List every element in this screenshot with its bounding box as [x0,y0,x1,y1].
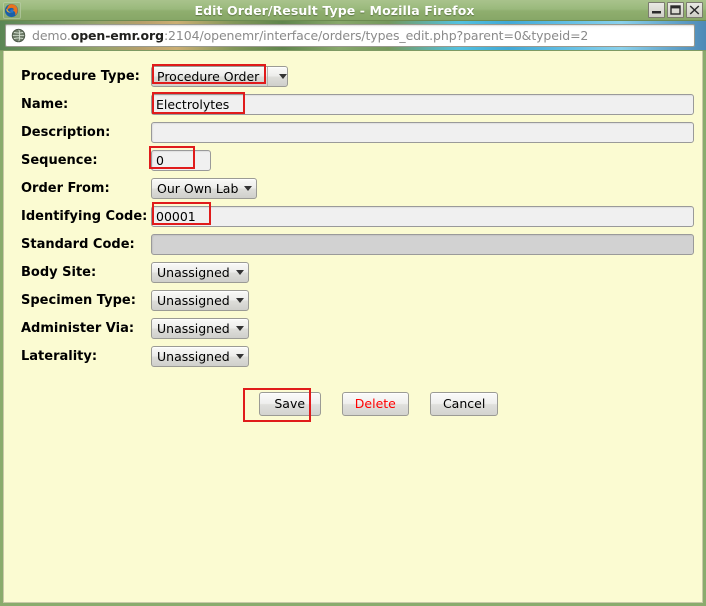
globe-icon [11,28,26,43]
label-specimen-type: Specimen Type: [21,286,151,314]
select-administer-via-value: Unassigned [157,321,236,336]
name-input[interactable] [151,94,694,115]
form-row-actions: Save Delete Cancel [21,370,696,416]
close-button[interactable] [686,2,703,18]
browser-viewport: Procedure Type: Procedure Order Name: [0,51,706,606]
cancel-button[interactable]: Cancel [430,392,498,416]
browser-navigation-toolbar: demo.open-emr.org:2104/openemr/interface… [0,21,706,51]
form-row-sequence: Sequence: [21,146,696,174]
url-prefix: demo. [32,28,71,43]
window-buttons [648,2,703,18]
form-row-order-from: Order From: Our Own Lab [21,174,696,202]
form-row-identifying-code: Identifying Code: [21,202,696,230]
chevron-down-icon [236,326,244,331]
chevron-down-icon [236,354,244,359]
form-row-procedure-type: Procedure Type: Procedure Order [21,62,696,90]
chevron-down-icon [236,270,244,275]
select-laterality-value: Unassigned [157,349,236,364]
description-input[interactable] [151,122,694,143]
maximize-button[interactable] [667,2,684,18]
field-description [151,118,696,146]
url-suffix: :2104/openemr/interface/orders/types_edi… [164,28,588,43]
label-identifying-code: Identifying Code: [21,202,151,230]
label-order-from: Order From: [21,174,151,202]
address-bar[interactable]: demo.open-emr.org:2104/openemr/interface… [5,24,695,47]
field-body-site: Unassigned [151,258,696,286]
field-procedure-type: Procedure Order [151,62,696,90]
label-body-site: Body Site: [21,258,151,286]
close-icon [689,5,700,15]
chevron-down-icon [236,298,244,303]
window-titlebar[interactable]: Edit Order/Result Type - Mozilla Firefox [0,0,706,21]
form-row-specimen-type: Specimen Type: Unassigned [21,286,696,314]
url-text: demo.open-emr.org:2104/openemr/interface… [32,28,588,43]
select-specimen-type[interactable]: Unassigned [151,290,249,311]
form-row-standard-code: Standard Code: [21,230,696,258]
form-row-administer-via: Administer Via: Unassigned [21,314,696,342]
label-laterality: Laterality: [21,342,151,370]
select-order-from-value: Our Own Lab [157,181,244,196]
select-administer-via[interactable]: Unassigned [151,318,249,339]
label-standard-code: Standard Code: [21,230,151,258]
field-order-from: Our Own Lab [151,174,696,202]
select-body-site[interactable]: Unassigned [151,262,249,283]
form-row-name: Name: [21,90,696,118]
select-body-site-value: Unassigned [157,265,236,280]
field-identifying-code [151,202,696,230]
form-row-description: Description: [21,118,696,146]
firefox-logo-glyph [4,3,19,18]
field-standard-code [151,230,696,258]
maximize-icon [670,5,681,15]
label-description: Description: [21,118,151,146]
order-type-form: Procedure Type: Procedure Order Name: [21,62,696,416]
window-title: Edit Order/Result Type - Mozilla Firefox [23,3,648,18]
select-laterality[interactable]: Unassigned [151,346,249,367]
identifying-code-input[interactable] [151,206,694,227]
field-sequence [151,146,696,174]
select-procedure-type-value: Procedure Order [157,69,265,84]
standard-code-input [151,234,694,255]
save-button[interactable]: Save [259,392,321,416]
openemr-page: Procedure Type: Procedure Order Name: [3,51,703,603]
label-name: Name: [21,90,151,118]
form-row-laterality: Laterality: Unassigned [21,342,696,370]
url-host: open-emr.org [71,28,164,43]
select-specimen-type-value: Unassigned [157,293,236,308]
minimize-button[interactable] [648,2,665,18]
field-specimen-type: Unassigned [151,286,696,314]
select-procedure-type[interactable]: Procedure Order [151,66,288,87]
field-laterality: Unassigned [151,342,696,370]
chevron-down-icon [244,186,252,191]
label-administer-via: Administer Via: [21,314,151,342]
field-name [151,90,696,118]
label-procedure-type: Procedure Type: [21,62,151,90]
form-row-body-site: Body Site: Unassigned [21,258,696,286]
delete-button[interactable]: Delete [342,392,409,416]
label-sequence: Sequence: [21,146,151,174]
firefox-icon [3,2,21,19]
chevron-down-icon [267,67,287,86]
firefox-window: Edit Order/Result Type - Mozilla Firefox [0,0,706,606]
minimize-icon [651,5,662,15]
sequence-input[interactable] [151,150,211,171]
select-order-from[interactable]: Our Own Lab [151,178,257,199]
field-administer-via: Unassigned [151,314,696,342]
form-button-row: Save Delete Cancel [21,392,696,416]
